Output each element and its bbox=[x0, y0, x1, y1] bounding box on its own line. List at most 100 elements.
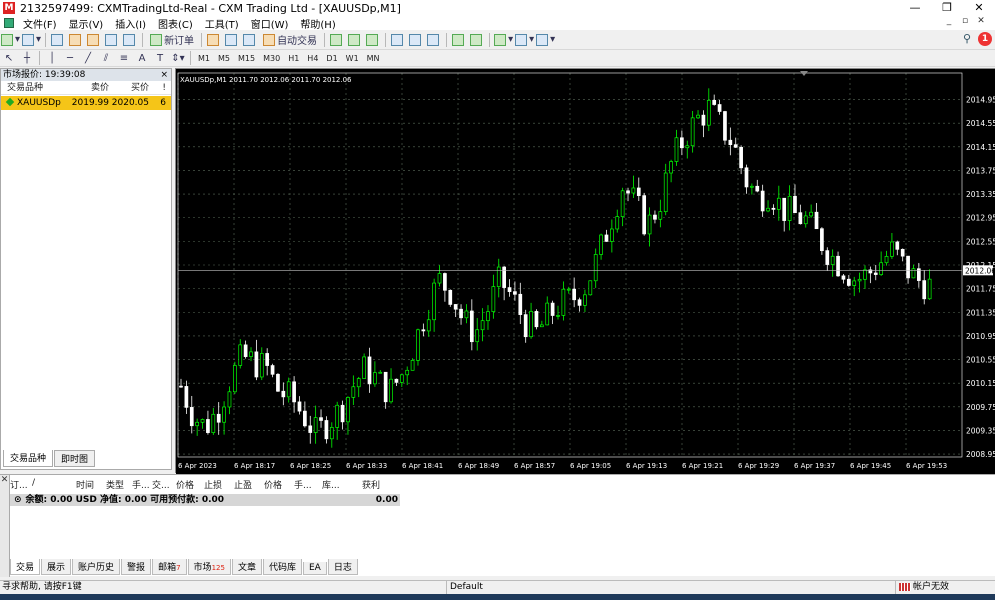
mdi-minimize-button[interactable]: _ bbox=[941, 16, 957, 26]
tab-alerts[interactable]: 警报 bbox=[121, 559, 152, 575]
fibonacci-tool[interactable]: ≡ bbox=[116, 50, 132, 66]
timeframe-m30[interactable]: M30 bbox=[259, 51, 284, 65]
crosshair-tool[interactable]: ┼ bbox=[19, 50, 35, 66]
chart-shift-button[interactable] bbox=[469, 32, 485, 48]
tab-mailbox[interactable]: 邮箱7 bbox=[152, 559, 187, 575]
column-profit[interactable]: 获利 bbox=[362, 478, 392, 491]
text-tool[interactable]: A bbox=[134, 50, 150, 66]
column-lots[interactable]: 手... bbox=[132, 478, 152, 491]
candle-body bbox=[405, 369, 410, 376]
new-chart-button[interactable]: ▾ bbox=[1, 32, 20, 48]
terminal-close-button[interactable]: ✕ bbox=[0, 475, 9, 485]
terminal-toggle[interactable] bbox=[104, 32, 120, 48]
column-tp[interactable]: 止盈 bbox=[234, 478, 264, 491]
menu-view[interactable]: 显示(V) bbox=[63, 16, 110, 31]
tab-code-base[interactable]: 代码库 bbox=[262, 559, 302, 575]
bar-chart-button[interactable] bbox=[329, 32, 345, 48]
column-symbol[interactable]: 交易品种 bbox=[1, 81, 65, 94]
candle-body bbox=[701, 114, 706, 126]
metaeditor-button[interactable] bbox=[206, 32, 222, 48]
column-commission[interactable]: 手... bbox=[294, 478, 322, 491]
menu-tools[interactable]: 工具(T) bbox=[199, 16, 245, 31]
column-type[interactable]: 类型 bbox=[106, 478, 132, 491]
column-swap[interactable]: 库... bbox=[322, 478, 362, 491]
indicators-button[interactable]: ▾ bbox=[494, 32, 513, 48]
trendline-tool[interactable]: ╱ bbox=[80, 50, 96, 66]
chart-window-icon[interactable] bbox=[4, 18, 14, 28]
menu-charts[interactable]: 图表(C) bbox=[152, 16, 199, 31]
search-icon[interactable]: ⚲ bbox=[963, 32, 971, 45]
toolbar-divider bbox=[45, 32, 47, 47]
menu-file[interactable]: 文件(F) bbox=[17, 16, 63, 31]
column-symbol[interactable]: 交... bbox=[152, 478, 176, 491]
chart-window[interactable]: 2014.95 2014.55 2014.15 2013.75 2013.35 2012.… bbox=[175, 68, 995, 474]
column-current-price[interactable]: 价格 bbox=[264, 478, 294, 491]
auto-scroll-button[interactable] bbox=[451, 32, 467, 48]
restore-button[interactable]: ❐ bbox=[931, 0, 963, 16]
timeframe-m1[interactable]: M1 bbox=[194, 51, 214, 65]
horizontal-line-tool[interactable]: ─ bbox=[62, 50, 78, 66]
new-order-button[interactable]: 新订单 bbox=[147, 32, 197, 48]
tester-toggle[interactable] bbox=[122, 32, 138, 48]
line-chart-button[interactable] bbox=[365, 32, 381, 48]
menu-window[interactable]: 窗口(W) bbox=[245, 16, 295, 31]
close-button[interactable]: ✕ bbox=[963, 0, 995, 16]
label-tool[interactable]: T bbox=[152, 50, 168, 66]
candle-body bbox=[243, 344, 248, 357]
price-chart[interactable]: 2014.95 2014.55 2014.15 2013.75 2013.35 2012.… bbox=[176, 69, 995, 474]
tab-symbols[interactable]: 交易品种 bbox=[3, 450, 54, 467]
status-connection[interactable]: 帐户无效 bbox=[895, 581, 949, 594]
status-profile[interactable]: Default bbox=[446, 581, 596, 594]
market-watch-toggle[interactable] bbox=[50, 32, 66, 48]
column-time[interactable]: 时间 bbox=[76, 478, 106, 491]
minimize-button[interactable]: — bbox=[899, 0, 931, 16]
tab-market[interactable]: 市场125 bbox=[187, 559, 231, 575]
market-watch-close-button[interactable]: × bbox=[160, 69, 168, 81]
menu-insert[interactable]: 插入(I) bbox=[109, 16, 152, 31]
mdi-close-button[interactable]: ✕ bbox=[973, 16, 989, 26]
tab-tick-chart[interactable]: 即时图 bbox=[54, 450, 96, 467]
zoom-out-icon bbox=[409, 33, 422, 46]
timeframe-mn[interactable]: MN bbox=[363, 51, 384, 65]
column-ask[interactable]: 买价 bbox=[109, 81, 149, 94]
tab-exposure[interactable]: 展示 bbox=[41, 559, 72, 575]
navigator-toggle[interactable] bbox=[86, 32, 102, 48]
quote-row[interactable]: XAUUSDp 2019.99 2020.05 6 bbox=[1, 96, 171, 110]
signals-button[interactable] bbox=[224, 32, 240, 48]
tile-windows-button[interactable] bbox=[426, 32, 442, 48]
periods-button[interactable]: ▾ bbox=[515, 32, 534, 48]
notifications-badge[interactable]: 1 bbox=[978, 32, 992, 46]
timeframe-m15[interactable]: M15 bbox=[234, 51, 259, 65]
data-window-toggle[interactable] bbox=[68, 32, 84, 48]
tab-trade[interactable]: 交易 bbox=[10, 559, 41, 575]
timeframe-w1[interactable]: W1 bbox=[342, 51, 363, 65]
vps-button[interactable] bbox=[242, 32, 258, 48]
column-order[interactable]: 订... bbox=[10, 478, 32, 491]
arrows-tool[interactable]: ⇕▾ bbox=[170, 50, 186, 66]
column-spread[interactable]: ! bbox=[149, 81, 169, 94]
zoom-in-button[interactable] bbox=[390, 32, 406, 48]
tab-experts[interactable]: EA bbox=[302, 562, 327, 575]
menu-help[interactable]: 帮助(H) bbox=[294, 16, 341, 31]
timeframe-d1[interactable]: D1 bbox=[322, 51, 341, 65]
templates-button[interactable]: ▾ bbox=[536, 32, 555, 48]
profiles-button[interactable]: ▾ bbox=[22, 32, 41, 48]
timeframe-h1[interactable]: H1 bbox=[284, 51, 303, 65]
cursor-tool[interactable]: ↖ bbox=[1, 50, 17, 66]
column-bid[interactable]: 卖价 bbox=[65, 81, 109, 94]
column-sort[interactable]: / bbox=[32, 478, 76, 490]
candlestick-button[interactable] bbox=[347, 32, 363, 48]
timeframe-h4[interactable]: H4 bbox=[303, 51, 322, 65]
y-tick-label: 2012.55 bbox=[966, 237, 995, 246]
auto-trading-button[interactable]: 自动交易 bbox=[260, 32, 320, 48]
column-sl[interactable]: 止损 bbox=[204, 478, 234, 491]
column-price[interactable]: 价格 bbox=[176, 478, 204, 491]
tab-account-history[interactable]: 账户历史 bbox=[72, 559, 121, 575]
mdi-restore-button[interactable]: ▫ bbox=[957, 16, 973, 26]
channel-tool[interactable]: ⫽ bbox=[98, 50, 114, 66]
tab-articles[interactable]: 文章 bbox=[231, 559, 262, 575]
tab-journal[interactable]: 日志 bbox=[327, 559, 358, 575]
vertical-line-tool[interactable]: │ bbox=[44, 50, 60, 66]
timeframe-m5[interactable]: M5 bbox=[214, 51, 234, 65]
zoom-out-button[interactable] bbox=[408, 32, 424, 48]
